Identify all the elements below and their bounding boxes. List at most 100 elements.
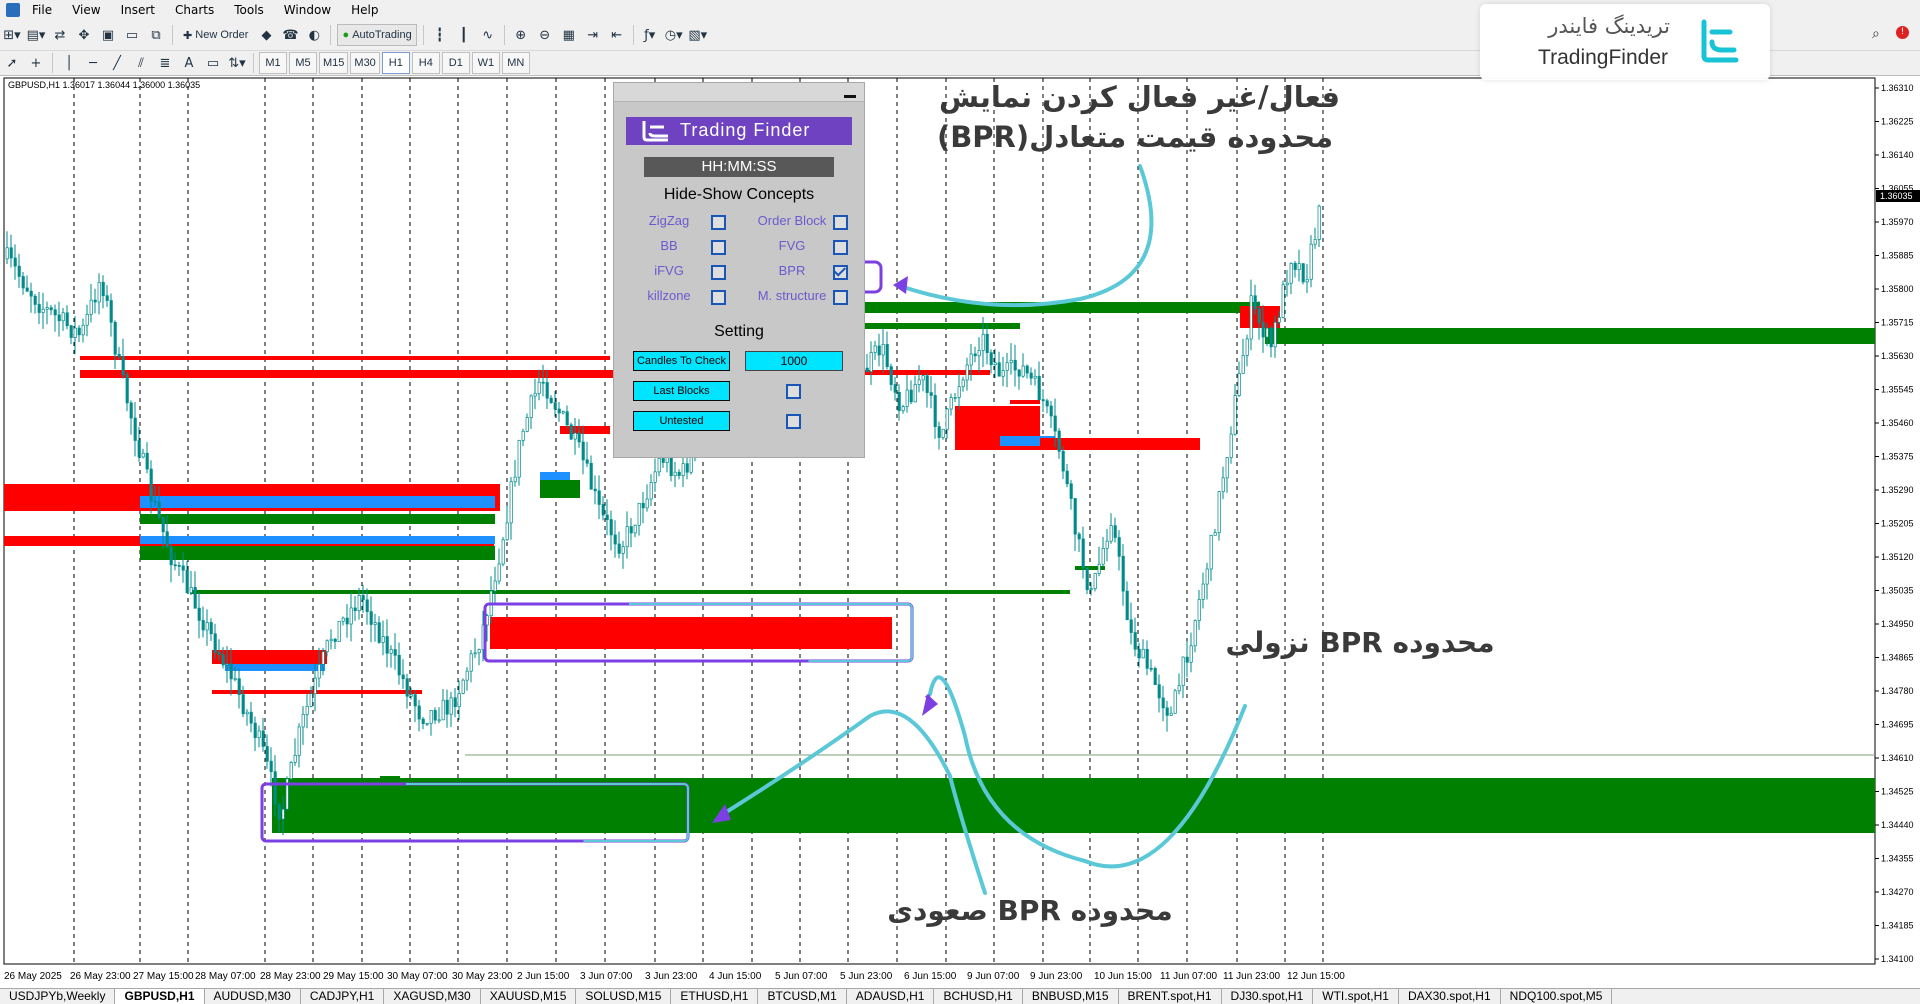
option-killzone-checkbox[interactable] <box>711 290 726 305</box>
menu-view[interactable]: View <box>64 3 112 17</box>
chart-shift-icon[interactable]: ⇤ <box>607 25 627 45</box>
text-icon[interactable]: A <box>179 53 199 73</box>
untested-button[interactable]: Untested <box>633 411 730 431</box>
candle-body <box>593 488 597 492</box>
data-window-icon[interactable]: ▣ <box>98 25 118 45</box>
candle-body <box>925 375 929 393</box>
new-order-button[interactable]: ✚ New Order <box>179 25 252 45</box>
price-chart[interactable]: 1.363101.362251.361401.360551.359701.358… <box>0 76 1920 988</box>
menu-help[interactable]: Help <box>343 3 390 17</box>
candle-body <box>393 649 397 656</box>
symbol-tab[interactable]: DJ30.spot,H1 <box>1222 989 1314 1004</box>
menu-insert[interactable]: Insert <box>113 3 167 17</box>
line-chart-icon[interactable]: ∿ <box>478 25 498 45</box>
navigator-icon[interactable]: ✥ <box>74 25 94 45</box>
fibonacci-icon[interactable]: ≣ <box>155 53 175 73</box>
search-icon[interactable]: ⌕ <box>1872 26 1880 42</box>
candle-body <box>597 490 601 505</box>
chart-area[interactable]: 1.36310 1.36225 1.36140 1.36055 1.35970 1.358… <box>0 76 1920 988</box>
vps-icon[interactable]: ◐ <box>304 25 324 45</box>
candles-to-check-button[interactable]: Candles To Check <box>633 351 730 371</box>
symbol-tab[interactable]: BRENT.spot,H1 <box>1119 989 1222 1004</box>
option-zigzag-checkbox[interactable] <box>711 215 726 230</box>
crosshair-icon[interactable]: + <box>26 53 46 73</box>
zoom-in-icon[interactable]: ⊕ <box>511 25 531 45</box>
panel-titlebar[interactable] <box>614 83 864 102</box>
new-chart-icon[interactable]: ⊞▾ <box>2 25 22 45</box>
timeframe-d1[interactable]: D1 <box>441 52 470 74</box>
menu-charts[interactable]: Charts <box>167 3 226 17</box>
option-bb-checkbox[interactable] <box>711 240 726 255</box>
indicators-icon[interactable]: ƒ▾ <box>640 25 660 45</box>
channel-icon[interactable]: ⫽ <box>131 53 151 73</box>
option-order-block-checkbox[interactable] <box>833 215 848 230</box>
timeframe-m30[interactable]: M30 <box>350 52 380 74</box>
templates-icon[interactable]: ▧▾ <box>688 25 708 45</box>
minimize-icon[interactable] <box>844 85 856 98</box>
candle-body <box>657 458 661 473</box>
option-bpr-checkbox[interactable] <box>833 265 848 280</box>
symbol-tab[interactable]: DAX30.spot,H1 <box>1399 989 1501 1004</box>
signals-icon[interactable]: ☎ <box>280 25 300 45</box>
arrows-icon[interactable]: ⇅▾ <box>227 53 247 73</box>
timeframe-h1[interactable]: H1 <box>381 52 410 74</box>
candle-body <box>1113 525 1117 538</box>
symbol-tab[interactable]: NDQ100.spot,M5 <box>1501 989 1613 1004</box>
autotrading-button[interactable]: ● AutoTrading <box>337 24 417 46</box>
periods-icon[interactable]: ◷▾ <box>664 25 684 45</box>
time-label: 27 May 15:00 <box>133 971 194 982</box>
tile-windows-icon[interactable]: ▦ <box>559 25 579 45</box>
terminal-icon[interactable]: ▭ <box>122 25 142 45</box>
symbol-tab[interactable]: ADAUSD,H1 <box>847 989 935 1004</box>
horizontal-line-icon[interactable]: ─ <box>83 53 103 73</box>
vertical-line-icon[interactable]: │ <box>59 53 79 73</box>
symbol-tab[interactable]: XAGUSD,M30 <box>384 989 481 1004</box>
candle-body <box>1057 430 1061 452</box>
candle-body <box>289 762 293 780</box>
timeframe-m5[interactable]: M5 <box>289 52 317 74</box>
annotation-bearish-bpr: محدوده BPR نزولی <box>1225 626 1495 659</box>
autoscroll-icon[interactable]: ⇥ <box>583 25 603 45</box>
timeframe-m1[interactable]: M1 <box>259 52 287 74</box>
strategy-tester-icon[interactable]: ⧉ <box>146 25 166 45</box>
zoom-out-icon[interactable]: ⊖ <box>535 25 555 45</box>
option-ifvg-checkbox[interactable] <box>711 265 726 280</box>
symbol-tab[interactable]: SOLUSD,M15 <box>576 989 672 1004</box>
label-icon[interactable]: ▭ <box>203 53 223 73</box>
notification-icon[interactable]: ! <box>1896 26 1909 39</box>
untested-checkbox[interactable] <box>786 414 801 429</box>
menu-tools[interactable]: Tools <box>226 3 276 17</box>
option-m-structure-checkbox[interactable] <box>833 290 848 305</box>
metaeditor-icon[interactable]: ◆ <box>256 25 276 45</box>
cursor-icon[interactable]: ➚ <box>2 53 22 73</box>
timeframe-m15[interactable]: M15 <box>319 52 349 74</box>
timeframe-w1[interactable]: W1 <box>471 52 500 74</box>
candles-to-check-input[interactable]: 1000 <box>745 351 843 371</box>
symbol-tab[interactable]: BNBUSD,M15 <box>1023 989 1119 1004</box>
menu-window[interactable]: Window <box>276 3 343 17</box>
symbol-tab[interactable]: CADJPY,H1 <box>301 989 385 1004</box>
time-label: 9 Jun 07:00 <box>967 971 1020 982</box>
profiles-icon[interactable]: ▤▾ <box>26 25 46 45</box>
symbol-tab[interactable]: AUDUSD,M30 <box>205 989 301 1004</box>
symbol-tab[interactable]: USDJPYb,Weekly <box>0 989 116 1004</box>
market-watch-icon[interactable]: ⇄ <box>50 25 70 45</box>
candle-body <box>469 653 473 672</box>
symbol-tab[interactable]: BTCUSD,M1 <box>758 989 847 1004</box>
symbol-tab[interactable]: WTI.spot,H1 <box>1313 989 1399 1004</box>
candle-body <box>413 694 417 707</box>
candle-body <box>1241 355 1245 374</box>
symbol-tab[interactable]: XAUUSD,M15 <box>481 989 577 1004</box>
candlestick-icon[interactable]: ┃ <box>454 25 474 45</box>
option-fvg-checkbox[interactable] <box>833 240 848 255</box>
symbol-tab[interactable]: ETHUSD,H1 <box>671 989 759 1004</box>
menu-file[interactable]: File <box>24 3 64 17</box>
trendline-icon[interactable]: ╱ <box>107 53 127 73</box>
last-blocks-checkbox[interactable] <box>786 384 801 399</box>
timeframe-h4[interactable]: H4 <box>411 52 440 74</box>
bar-chart-icon[interactable]: ┇ <box>430 25 450 45</box>
symbol-tab[interactable]: BCHUSD,H1 <box>934 989 1023 1004</box>
timeframe-mn[interactable]: MN <box>501 52 530 74</box>
symbol-tab-active[interactable]: GBPUSD,H1 <box>115 989 205 1004</box>
last-blocks-button[interactable]: Last Blocks <box>633 381 730 401</box>
